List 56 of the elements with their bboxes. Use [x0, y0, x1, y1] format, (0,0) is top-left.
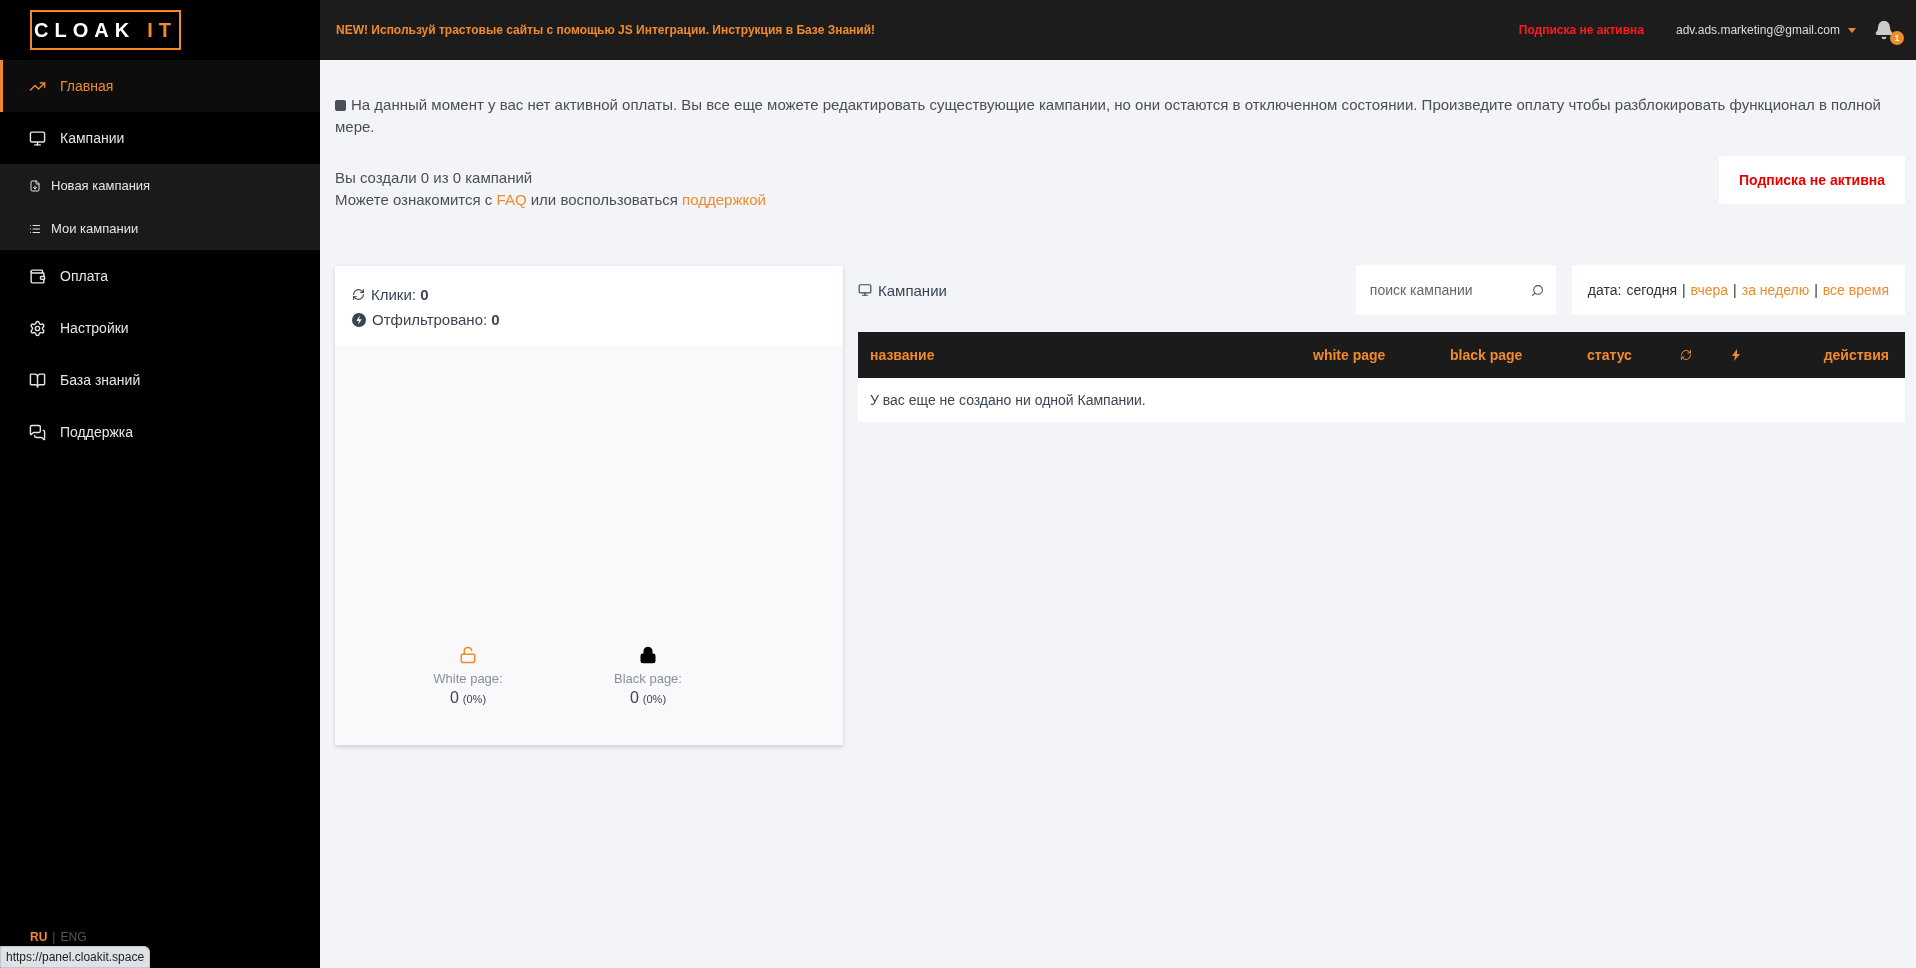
- gear-icon: [29, 319, 46, 337]
- page-value: 0 (0%): [629, 689, 667, 707]
- column-header[interactable]: действия: [1823, 347, 1889, 363]
- date-label: дата:: [1587, 282, 1622, 298]
- caret-icon: [1848, 27, 1856, 33]
- separator-text: |: [52, 930, 56, 944]
- page-label: White page:: [433, 671, 503, 686]
- notice-text: На данный момент у вас нет активной оплаты. Вы все еще можете редактировать существующие кампании, но они остаются в отключенном состоянии. Произведите оплату чтобы разблокировать функционал в полной мере.: [335, 95, 1882, 137]
- submenu-item[interactable]: Новая кампания: [0, 164, 320, 207]
- logo[interactable]: CLOAK IT: [30, 10, 181, 50]
- account-menu[interactable]: adv.ads.marketing@gmail.com: [1675, 23, 1856, 37]
- section-title: Кампании: [878, 281, 947, 299]
- unlocked-icon: [459, 646, 477, 664]
- url-tooltip: https://panel.cloakit.space: [0, 946, 151, 968]
- column-header[interactable]: black page: [1450, 347, 1523, 363]
- announcement-text: NEW! Используй трастовые сайты с помощью JS Интеграции. Инструкция в Базе Знаний!: [336, 23, 877, 37]
- date-option[interactable]: сегодня: [1626, 282, 1677, 298]
- bolt-icon: [1732, 349, 1740, 361]
- separator-text: |: [1733, 282, 1737, 298]
- nav-item[interactable]: База знаний: [0, 354, 320, 406]
- column-header[interactable]: white page: [1313, 347, 1386, 363]
- nav-item[interactable]: Настройки: [0, 302, 320, 354]
- wallet-icon: [29, 267, 46, 285]
- refresh-icon: [1680, 349, 1692, 361]
- nav-item[interactable]: Кампании: [0, 112, 320, 164]
- help-text: Можете ознакомится с FAQ или воспользоваться поддержкой: [335, 190, 766, 210]
- refresh-icon: [352, 288, 365, 301]
- filtered-stat: Отфильтровано: 0: [372, 311, 500, 328]
- list-icon: [29, 222, 41, 235]
- summary-text: Вы создали 0 из 0 кампаний: [335, 168, 534, 188]
- separator-text: |: [1681, 282, 1686, 298]
- language-link[interactable]: RU: [30, 930, 48, 944]
- column-header[interactable]: название: [870, 347, 935, 363]
- empty-message: У вас еще не создано ни одной Кампании.: [869, 391, 1147, 410]
- clicks-stat: Клики: 0: [371, 286, 429, 303]
- page-value: 0 (0%): [449, 689, 487, 707]
- search-field[interactable]: поиск кампании: [1355, 265, 1556, 315]
- bell-icon[interactable]: [1874, 20, 1894, 40]
- bolt-circle-icon: [352, 312, 366, 327]
- submenu-item[interactable]: Мои кампании: [0, 207, 320, 250]
- notification-badge: 1: [1890, 31, 1904, 45]
- chat-icon: [29, 423, 46, 441]
- monitor-icon: [29, 129, 46, 147]
- nav-item[interactable]: Главная: [0, 60, 320, 112]
- separator-text: |: [1814, 282, 1818, 298]
- page-label: Black page:: [614, 671, 682, 686]
- search-icon: [1530, 283, 1544, 297]
- lock-icon: [639, 646, 657, 664]
- subscription-status-card: Подписка не активна: [1719, 156, 1905, 204]
- subscription-status: Подписка не активна: [1518, 23, 1644, 37]
- book-icon: [29, 371, 46, 389]
- nav-item[interactable]: Оплата: [0, 250, 320, 302]
- file-icon: [29, 179, 41, 192]
- monitor-icon: [858, 283, 872, 297]
- nav-item[interactable]: Поддержка: [0, 406, 320, 458]
- column-header[interactable]: статус: [1587, 347, 1632, 363]
